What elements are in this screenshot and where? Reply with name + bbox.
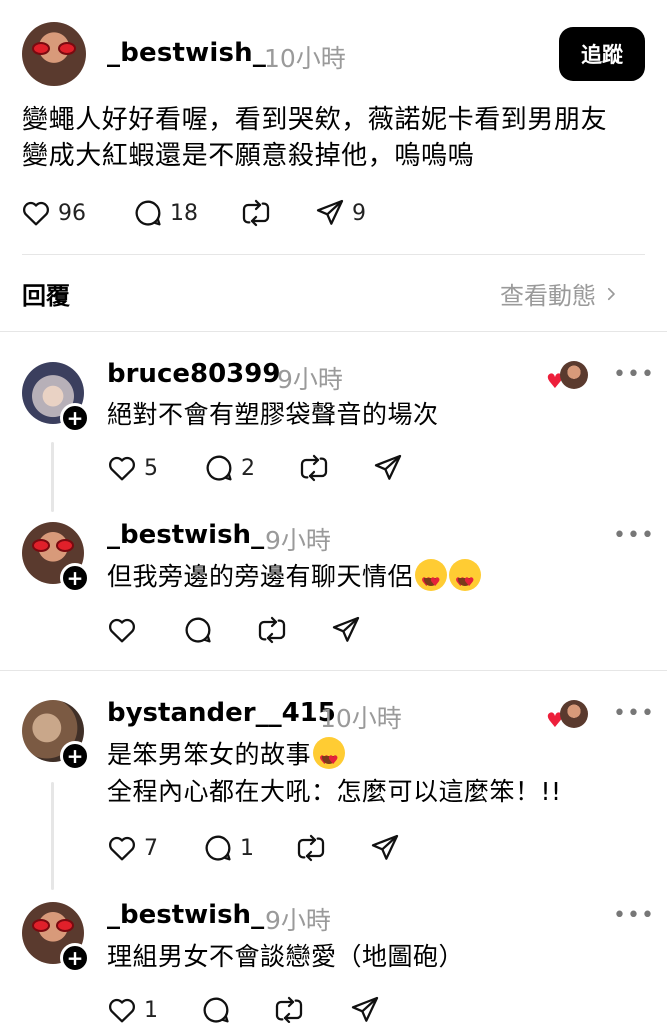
heart-eyes-emoji — [313, 737, 346, 779]
comment-button[interactable] — [200, 994, 238, 1023]
reply-timestamp: 9小時 — [265, 906, 331, 935]
post-timestamp: 10小時 — [264, 44, 346, 73]
more-icon[interactable]: ••• — [613, 903, 655, 928]
heart-icon — [109, 618, 135, 643]
plus-icon[interactable]: + — [60, 563, 90, 593]
repost-button[interactable] — [273, 994, 311, 1023]
section-divider — [0, 331, 667, 332]
comment-button[interactable]: 18 — [132, 197, 198, 229]
like-button[interactable]: 96 — [20, 197, 86, 229]
reply-text: 理組男女不會談戀愛（地圖砲） — [107, 942, 465, 971]
follow-button[interactable]: 追蹤 — [559, 27, 645, 81]
section-divider — [0, 670, 667, 671]
repost-button[interactable] — [298, 452, 336, 484]
author-username[interactable]: _bestwish_ — [107, 38, 266, 68]
comment-count: 2 — [241, 455, 255, 481]
comment-count: 1 — [240, 835, 254, 861]
share-icon — [332, 616, 360, 642]
comment-icon — [206, 455, 232, 481]
like-count: 96 — [58, 200, 86, 226]
repost-button[interactable] — [240, 197, 278, 229]
reply-username[interactable]: _bestwish_ — [107, 900, 264, 930]
comment-button[interactable]: 2 — [203, 452, 255, 484]
liked-by-author-badge: ♥ — [546, 700, 588, 730]
comment-icon — [185, 617, 211, 643]
divider — [22, 254, 645, 255]
plus-icon[interactable]: + — [60, 741, 90, 771]
repost-button[interactable] — [256, 614, 294, 646]
chevron-right-icon — [607, 287, 615, 300]
repost-icon — [297, 834, 325, 862]
repost-icon — [300, 454, 328, 482]
more-icon[interactable]: ••• — [613, 523, 655, 548]
share-icon — [371, 834, 399, 860]
view-activity-link[interactable]: 查看動態 — [500, 276, 620, 311]
reply-timestamp: 9小時 — [265, 526, 331, 555]
repost-button[interactable] — [295, 832, 333, 864]
thread-line — [51, 442, 54, 512]
heart-eyes-emoji — [449, 559, 482, 601]
heart-icon — [109, 456, 135, 481]
reply-timestamp: 10小時 — [320, 704, 402, 733]
like-count: 7 — [144, 835, 158, 861]
comment-icon — [205, 835, 231, 861]
repost-icon — [242, 199, 270, 227]
thread-line — [51, 782, 54, 890]
repost-icon — [275, 996, 303, 1023]
comment-icon — [203, 997, 229, 1023]
like-button[interactable]: 7 — [106, 832, 158, 864]
reply-username[interactable]: bruce80399 — [107, 359, 280, 389]
reply-username[interactable]: _bestwish_ — [107, 520, 264, 550]
reply-text: 是笨男笨女的故事 全程內心都在大吼：怎麼可以這麼笨！!! — [107, 736, 562, 810]
heart-icon — [109, 998, 135, 1023]
share-button[interactable] — [349, 994, 387, 1023]
heart-icon — [109, 836, 135, 861]
heart-icon — [23, 201, 49, 226]
more-icon[interactable]: ••• — [613, 701, 655, 726]
plus-icon[interactable]: + — [60, 403, 90, 433]
share-button[interactable] — [369, 832, 407, 864]
reply-username[interactable]: bystander__415 — [107, 698, 336, 728]
like-button[interactable]: 5 — [106, 452, 158, 484]
share-button[interactable]: 9 — [314, 197, 366, 229]
like-count: 1 — [144, 997, 158, 1023]
share-button[interactable] — [330, 614, 368, 646]
more-icon[interactable]: ••• — [613, 362, 655, 387]
like-button[interactable] — [106, 614, 144, 646]
share-count: 9 — [352, 200, 366, 226]
author-avatar[interactable] — [22, 22, 86, 86]
reply-timestamp: 9小時 — [277, 365, 343, 394]
comment-icon — [135, 200, 161, 226]
like-count: 5 — [144, 455, 158, 481]
liked-by-author-badge: ♥ — [546, 361, 588, 391]
share-icon — [351, 996, 379, 1022]
repost-icon — [258, 616, 286, 644]
plus-icon[interactable]: + — [60, 943, 90, 973]
share-button[interactable] — [372, 452, 410, 484]
share-icon — [316, 199, 344, 225]
comment-button[interactable]: 1 — [202, 832, 254, 864]
post-text: 變蠅人好好看喔，看到哭欸，薇諾妮卡看到男朋友 變成大紅蝦還是不願意殺掉他，嗚嗚嗚 — [22, 105, 608, 171]
replies-heading: 回覆 — [22, 282, 70, 310]
like-button[interactable]: 1 — [106, 994, 158, 1023]
comment-count: 18 — [170, 200, 198, 226]
share-icon — [374, 454, 402, 480]
comment-button[interactable] — [182, 614, 220, 646]
heart-eyes-emoji — [415, 559, 448, 601]
reply-text: 絕對不會有塑膠袋聲音的場次 — [107, 400, 439, 429]
reply-text: 但我旁邊的旁邊有聊天情侶 — [107, 558, 482, 601]
